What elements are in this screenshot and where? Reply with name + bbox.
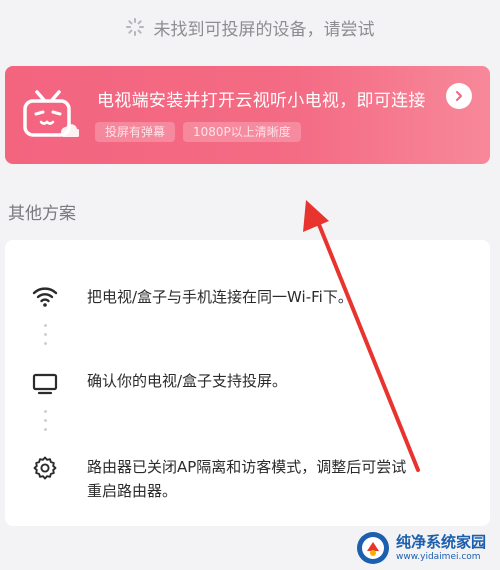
wifi-icon bbox=[32, 287, 58, 307]
step-text: 确认你的电视/盒子支持投屏。 bbox=[87, 372, 288, 390]
steps-card: 把电视/盒子与手机连接在同一Wi-Fi下。 确认你的电视/盒子支持投屏。 路由器… bbox=[5, 240, 490, 526]
search-status: 未找到可投屏的设备，请尝试 bbox=[0, 14, 500, 40]
monitor-icon bbox=[32, 373, 58, 395]
site-watermark: 纯净系统家园 www.yidaimei.com bbox=[356, 530, 494, 566]
step-text: 路由器已关闭AP隔离和访客模式，调整后可尝试重启路由器。 bbox=[87, 458, 407, 500]
watermark-name: 纯净系统家园 bbox=[396, 532, 487, 551]
tag-danmaku: 投屏有弹幕 bbox=[95, 122, 176, 142]
tag-resolution: 1080P以上清晰度 bbox=[183, 122, 301, 142]
banner-go-button[interactable] bbox=[446, 83, 472, 109]
step-connector bbox=[44, 410, 47, 437]
watermark-logo-icon bbox=[356, 531, 390, 565]
chevron-right-icon bbox=[456, 91, 462, 101]
status-text: 未找到可投屏的设备，请尝试 bbox=[153, 19, 375, 40]
step-text: 把电视/盒子与手机连接在同一Wi-Fi下。 bbox=[87, 288, 353, 306]
tv-app-banner[interactable]: 电视端安装并打开云视听小电视，即可连接 投屏有弹幕 1080P以上清晰度 bbox=[5, 66, 490, 164]
watermark-url: www.yidaimei.com bbox=[396, 551, 481, 562]
banner-tags: 投屏有弹幕 1080P以上清晰度 bbox=[95, 122, 301, 142]
banner-title: 电视端安装并打开云视听小电视，即可连接 bbox=[97, 91, 426, 111]
tv-mascot-icon bbox=[23, 90, 79, 137]
section-title: 其他方案 bbox=[8, 204, 76, 224]
settings-icon bbox=[33, 456, 57, 480]
step-connector bbox=[44, 324, 47, 351]
loading-spinner-icon bbox=[125, 18, 144, 36]
